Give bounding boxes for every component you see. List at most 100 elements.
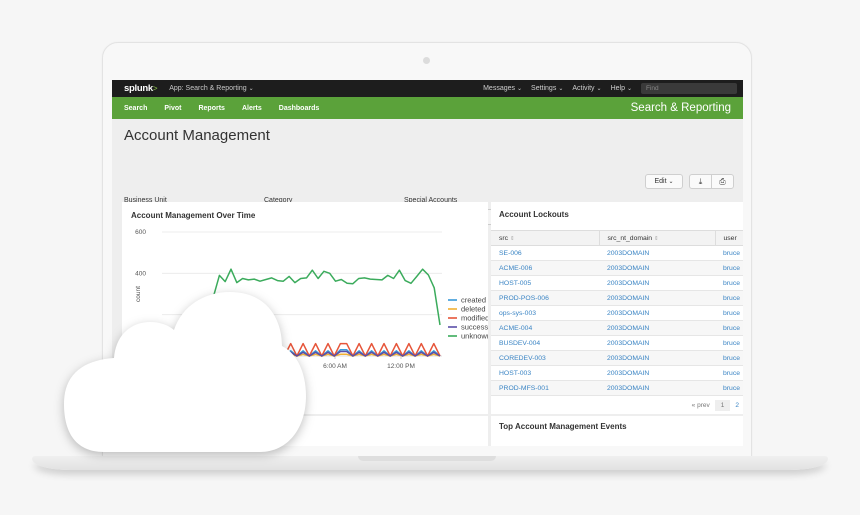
activity-label: Activity: [572, 85, 595, 92]
table-row: PROD-POS-006 2003DOMAIN bruce: [491, 290, 743, 306]
logo-chevron: >: [152, 84, 158, 93]
nav-dashboards[interactable]: Dashboards: [279, 105, 319, 112]
cell-user[interactable]: bruce: [715, 305, 743, 321]
edit-label: Edit: [654, 178, 667, 185]
chevron-down-icon: ⌄: [517, 86, 523, 92]
table-row: ACME-006 2003DOMAIN bruce: [491, 260, 743, 276]
cell-src[interactable]: ops-sys-003: [491, 305, 599, 321]
help-label: Help: [610, 85, 625, 92]
cell-src[interactable]: ACME-006: [491, 260, 599, 276]
cell-domain[interactable]: 2003DOMAIN: [599, 320, 715, 336]
chevron-down-icon: ⌄: [626, 86, 632, 92]
laptop-notch: [358, 456, 496, 461]
cell-domain[interactable]: 2003DOMAIN: [599, 350, 715, 366]
cell-src[interactable]: ACME-004: [491, 320, 599, 336]
y-tick-label: 400: [135, 270, 146, 277]
cell-user[interactable]: bruce: [715, 290, 743, 306]
chevron-down-icon: ⌄: [558, 86, 564, 92]
table-row: ops-sys-003 2003DOMAIN bruce: [491, 305, 743, 321]
sort-icon: ⇕: [509, 235, 515, 242]
cell-src[interactable]: COREDEV-003: [491, 350, 599, 366]
column-header-src-nt-domain[interactable]: src_nt_domain ⇕: [598, 230, 715, 246]
cloud-icon: [64, 292, 306, 452]
page-2-link[interactable]: 2: [735, 402, 739, 409]
chevron-down-icon: ⌄: [248, 86, 254, 92]
header-label: user: [723, 234, 737, 242]
chevron-down-icon: ⌄: [596, 86, 602, 92]
logo-text: splunk: [124, 83, 153, 94]
app-title: Search & Reporting: [630, 102, 731, 114]
product-illustration: splunk> App: Search & Reporting ⌄ Message…: [0, 0, 860, 515]
cell-user[interactable]: bruce: [715, 320, 743, 336]
top-bar: splunk> App: Search & Reporting ⌄ Message…: [112, 80, 743, 97]
cell-user[interactable]: bruce: [715, 260, 743, 276]
legend-label-success: success: [461, 323, 488, 332]
table-row: COREDEV-003 2003DOMAIN bruce: [491, 350, 743, 366]
cell-src[interactable]: SE-006: [491, 245, 599, 261]
lockouts-table: src ⇕ src_nt_domain ⇕ user SE-006 2003DOM…: [491, 230, 743, 396]
sort-icon: ⇕: [653, 235, 659, 242]
cell-user[interactable]: bruce: [715, 365, 743, 381]
settings-label: Settings: [531, 85, 557, 92]
cell-domain[interactable]: 2003DOMAIN: [599, 275, 715, 291]
legend-label-created: created: [461, 296, 486, 305]
table-row: HOST-005 2003DOMAIN bruce: [491, 275, 743, 291]
table-row: PROD-MFS-001 2003DOMAIN bruce: [491, 380, 743, 396]
download-icon[interactable]: ⤓: [690, 175, 711, 188]
export-button-group: ⤓ ⎙: [689, 174, 734, 189]
cell-domain[interactable]: 2003DOMAIN: [599, 260, 715, 276]
cell-domain[interactable]: 2003DOMAIN: [599, 245, 715, 261]
page-title: Account Management: [124, 127, 270, 144]
camera-icon: [423, 57, 430, 64]
nav-reports[interactable]: Reports: [198, 105, 224, 112]
edit-button[interactable]: Edit ⌄: [645, 174, 683, 189]
prev-page-link[interactable]: « prev: [692, 402, 710, 409]
find-input[interactable]: Find: [641, 83, 737, 94]
header-label: src: [499, 234, 509, 242]
dashboard-content: Account Management Edit ⌄ ⤓ ⎙ Business Un…: [112, 127, 743, 225]
messages-menu[interactable]: Messages ⌄: [483, 85, 522, 92]
cell-src[interactable]: BUSDEV-004: [491, 335, 599, 351]
cell-user[interactable]: bruce: [715, 335, 743, 351]
legend-label-deleted: deleted: [461, 305, 486, 314]
column-header-user[interactable]: user: [714, 230, 743, 246]
chevron-down-icon: ⌄: [668, 179, 674, 185]
cell-domain[interactable]: 2003DOMAIN: [599, 305, 715, 321]
activity-menu[interactable]: Activity ⌄: [572, 85, 601, 92]
settings-menu[interactable]: Settings ⌄: [531, 85, 563, 92]
table-row: ACME-004 2003DOMAIN bruce: [491, 320, 743, 336]
table-row: SE-006 2003DOMAIN bruce: [491, 245, 743, 261]
cell-domain[interactable]: 2003DOMAIN: [599, 335, 715, 351]
cell-user[interactable]: bruce: [715, 380, 743, 396]
print-icon[interactable]: ⎙: [711, 175, 733, 188]
cell-user[interactable]: bruce: [715, 245, 743, 261]
table-row: BUSDEV-004 2003DOMAIN bruce: [491, 335, 743, 351]
splunk-logo[interactable]: splunk>: [124, 83, 158, 94]
table-header-row: src ⇕ src_nt_domain ⇕ user: [491, 230, 743, 246]
legend-label-modified: modified: [461, 314, 488, 323]
cell-src[interactable]: PROD-POS-006: [491, 290, 599, 306]
x-tick-label: 12:00 PM: [387, 363, 415, 370]
nav-search[interactable]: Search: [124, 105, 147, 112]
pagination: « prev 1 2: [491, 396, 743, 411]
cell-src[interactable]: HOST-003: [491, 365, 599, 381]
cell-domain[interactable]: 2003DOMAIN: [599, 365, 715, 381]
y-tick-label: 600: [135, 229, 146, 236]
nav-alerts[interactable]: Alerts: [242, 105, 262, 112]
current-page: 1: [714, 400, 731, 411]
account-lockouts-panel: Account Lockouts src ⇕ src_nt_domain ⇕ u…: [491, 202, 743, 414]
cell-user[interactable]: bruce: [715, 275, 743, 291]
app-menu[interactable]: App: Search & Reporting ⌄: [169, 85, 253, 92]
header-label: src_nt_domain: [607, 234, 653, 242]
cell-domain[interactable]: 2003DOMAIN: [599, 290, 715, 306]
cell-user[interactable]: bruce: [715, 350, 743, 366]
help-menu[interactable]: Help ⌄: [611, 85, 632, 92]
cell-src[interactable]: PROD-MFS-001: [491, 380, 599, 396]
top-events-panel: Top Account Management Events: [491, 416, 743, 446]
cell-domain[interactable]: 2003DOMAIN: [599, 380, 715, 396]
column-header-src[interactable]: src ⇕: [491, 230, 599, 246]
legend-label-unknown: unknown: [461, 332, 488, 341]
nav-pivot[interactable]: Pivot: [164, 105, 181, 112]
cell-src[interactable]: HOST-005: [491, 275, 599, 291]
table-row: HOST-003 2003DOMAIN bruce: [491, 365, 743, 381]
